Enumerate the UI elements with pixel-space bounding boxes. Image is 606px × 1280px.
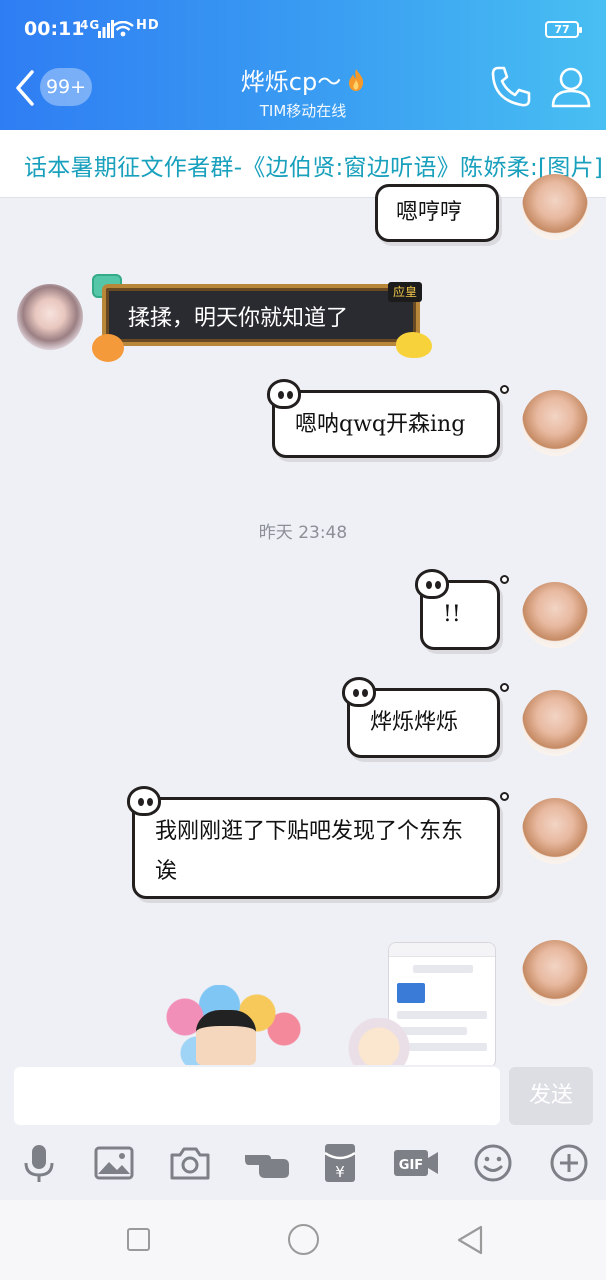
status-time: 00:11	[24, 18, 85, 40]
phone-icon	[491, 66, 531, 107]
svg-text:¥: ¥	[335, 1163, 345, 1181]
red-packet-icon[interactable]: ¥	[318, 1141, 362, 1185]
group-notice-text: 话本暑期征文作者群-《边伯贤:窗边听语》陈娇柔:[图片]	[24, 155, 604, 181]
bubble-decoration	[92, 334, 124, 362]
send-button[interactable]: 发送	[509, 1067, 593, 1125]
message-text: !!	[443, 602, 461, 627]
bubble-decoration	[500, 385, 509, 394]
hd-indicator: HD	[136, 18, 160, 33]
chat-title-text: 烨烁cp～	[240, 68, 342, 96]
chat-header: 00:11 4G HD 77 99+ 烨烁cp～ TIM移动在线	[0, 0, 606, 130]
message-input[interactable]	[14, 1067, 500, 1125]
bubble-decoration	[500, 683, 509, 692]
emoji-icon[interactable]	[471, 1141, 515, 1185]
bubble-decoration	[500, 792, 509, 801]
bubble-decoration	[500, 575, 509, 584]
sticker-character	[196, 1010, 256, 1065]
call-button[interactable]	[488, 64, 534, 110]
profile-button[interactable]	[548, 64, 594, 110]
my-avatar[interactable]	[522, 174, 588, 240]
message-text: 揉揉，明天你就知道了	[128, 306, 349, 331]
image-icon[interactable]	[92, 1141, 136, 1185]
battery-indicator: 77	[545, 21, 582, 38]
my-avatar[interactable]	[522, 390, 588, 456]
ghost-decoration	[127, 786, 161, 816]
group-notice-bar[interactable]: 话本暑期征文作者群-《边伯贤:窗边听语》陈娇柔:[图片]	[0, 130, 606, 198]
status-bar: 00:11 4G HD 77	[0, 0, 606, 44]
ghost-decoration	[267, 379, 301, 409]
my-avatar[interactable]	[522, 690, 588, 756]
ghost-decoration	[342, 677, 376, 707]
wifi-icon	[112, 21, 134, 37]
my-avatar[interactable]	[522, 798, 588, 864]
flame-icon	[349, 69, 364, 91]
contact-avatar[interactable]	[17, 284, 83, 350]
system-nav-bar	[0, 1200, 606, 1280]
message-bubble[interactable]: !!	[415, 569, 509, 650]
message-bubble[interactable]: 嗯呐qwq开森ing	[267, 379, 509, 458]
home-button[interactable]	[288, 1224, 319, 1255]
message-bubble[interactable]: 嗯哼哼	[375, 184, 499, 242]
message-text: 烨烁烨烁	[370, 710, 459, 735]
poke-icon[interactable]	[243, 1141, 291, 1185]
plus-icon[interactable]	[547, 1141, 591, 1185]
svg-text:GIF: GIF	[399, 1158, 423, 1173]
title-tag: 应皇	[388, 282, 422, 302]
message-text: 嗯呐qwq开森ing	[295, 412, 466, 437]
message-timestamp: 昨天 23:48	[258, 523, 348, 543]
nav-back-icon[interactable]	[455, 1224, 485, 1256]
message-bubble[interactable]: 我刚刚逛了下贴吧发现了个东东诶	[127, 786, 509, 899]
recent-apps-button[interactable]	[127, 1228, 150, 1251]
my-avatar[interactable]	[522, 940, 588, 1006]
microphone-icon[interactable]	[17, 1141, 61, 1185]
my-avatar[interactable]	[522, 582, 588, 648]
message-text: 我刚刚逛了下贴吧发现了个东东诶	[155, 819, 464, 884]
ghost-decoration	[415, 569, 449, 599]
message-bubble[interactable]: 烨烁烨烁	[342, 677, 509, 758]
person-icon	[551, 67, 591, 108]
camera-icon[interactable]	[168, 1141, 212, 1185]
sticker-character[interactable]	[344, 1018, 414, 1068]
gif-icon[interactable]: GIF	[392, 1141, 440, 1185]
message-bubble-contact[interactable]: 揉揉，明天你就知道了	[102, 284, 420, 346]
bubble-decoration	[396, 332, 432, 358]
message-text: 嗯哼哼	[396, 200, 463, 225]
input-area: 发送 ¥ GIF	[0, 1065, 606, 1200]
